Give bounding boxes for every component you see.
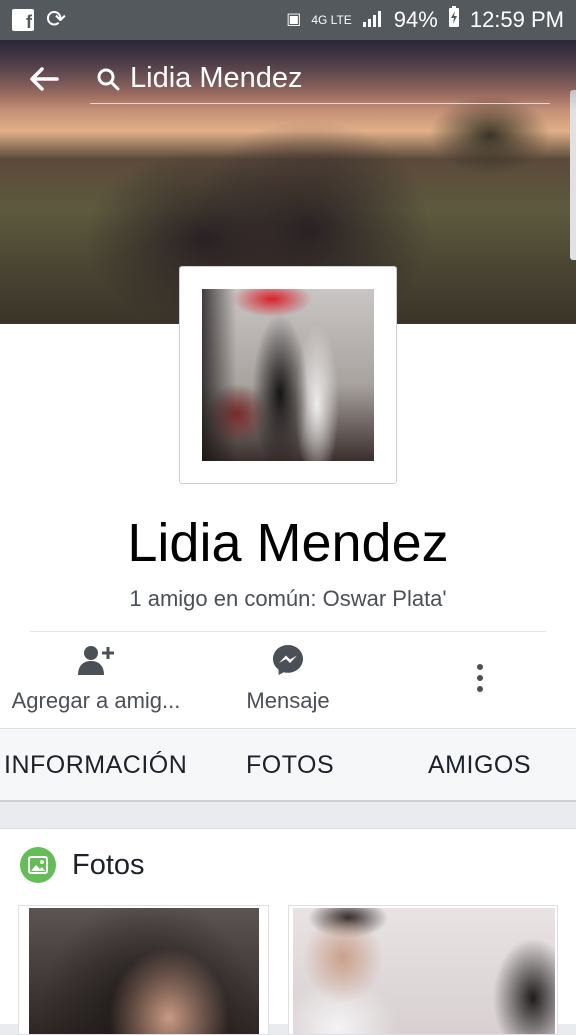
sync-icon: ⟳ [46,6,67,33]
profile-actions: Agregar a amig... Mensaje [0,640,576,726]
messenger-icon [192,640,384,680]
nfc-icon: ▣ [286,11,302,28]
battery-charging-icon [448,6,460,34]
profile-tabs: INFORMACIÓN FOTOS AMIGOS [0,728,576,802]
signal-icon [362,7,384,33]
more-vertical-icon [384,640,576,716]
profile-name: Lidia Mendez [127,513,449,573]
photo-thumbnail-image [29,908,259,1034]
clock: 12:59 PM [469,7,564,32]
add-friend-icon [0,640,192,680]
search-bar: Lidia Mendez [0,40,576,118]
tab-photos[interactable]: FOTOS [246,751,334,780]
search-icon [96,67,120,91]
add-friend-button[interactable]: Agregar a amig... [0,640,192,726]
photo-thumbnail[interactable] [288,905,558,1035]
search-input[interactable]: Lidia Mendez [90,54,550,104]
add-friend-label: Agregar a amig... [11,688,181,713]
photos-icon [20,847,56,883]
photos-card-header[interactable]: Fotos [20,845,145,885]
photo-thumbnail-image [293,908,555,1034]
divider [30,631,546,632]
network-type-label: 4G LTE [311,13,352,27]
photos-card: Fotos [0,828,576,1035]
message-label: Mensaje [246,688,330,713]
profile-picture-image [202,289,374,461]
search-query: Lidia Mendez [130,62,303,94]
more-options-button[interactable] [384,640,576,726]
tab-information[interactable]: INFORMACIÓN [4,751,187,780]
profile-picture[interactable] [179,266,397,484]
mutual-friends-text[interactable]: 1 amigo en común: Oswar Plata' [0,586,576,612]
message-button[interactable]: Mensaje [192,640,384,726]
tab-friends[interactable]: AMIGOS [428,751,531,780]
battery-percentage: 94% [393,7,438,32]
facebook-icon: f [12,9,34,31]
photos-section-title: Fotos [72,848,145,881]
status-bar: f ⟳ ▣ 4G LTE 94% 12:59 PM [0,0,576,40]
photo-thumbnail[interactable] [18,905,269,1035]
back-arrow-icon[interactable] [14,49,74,109]
